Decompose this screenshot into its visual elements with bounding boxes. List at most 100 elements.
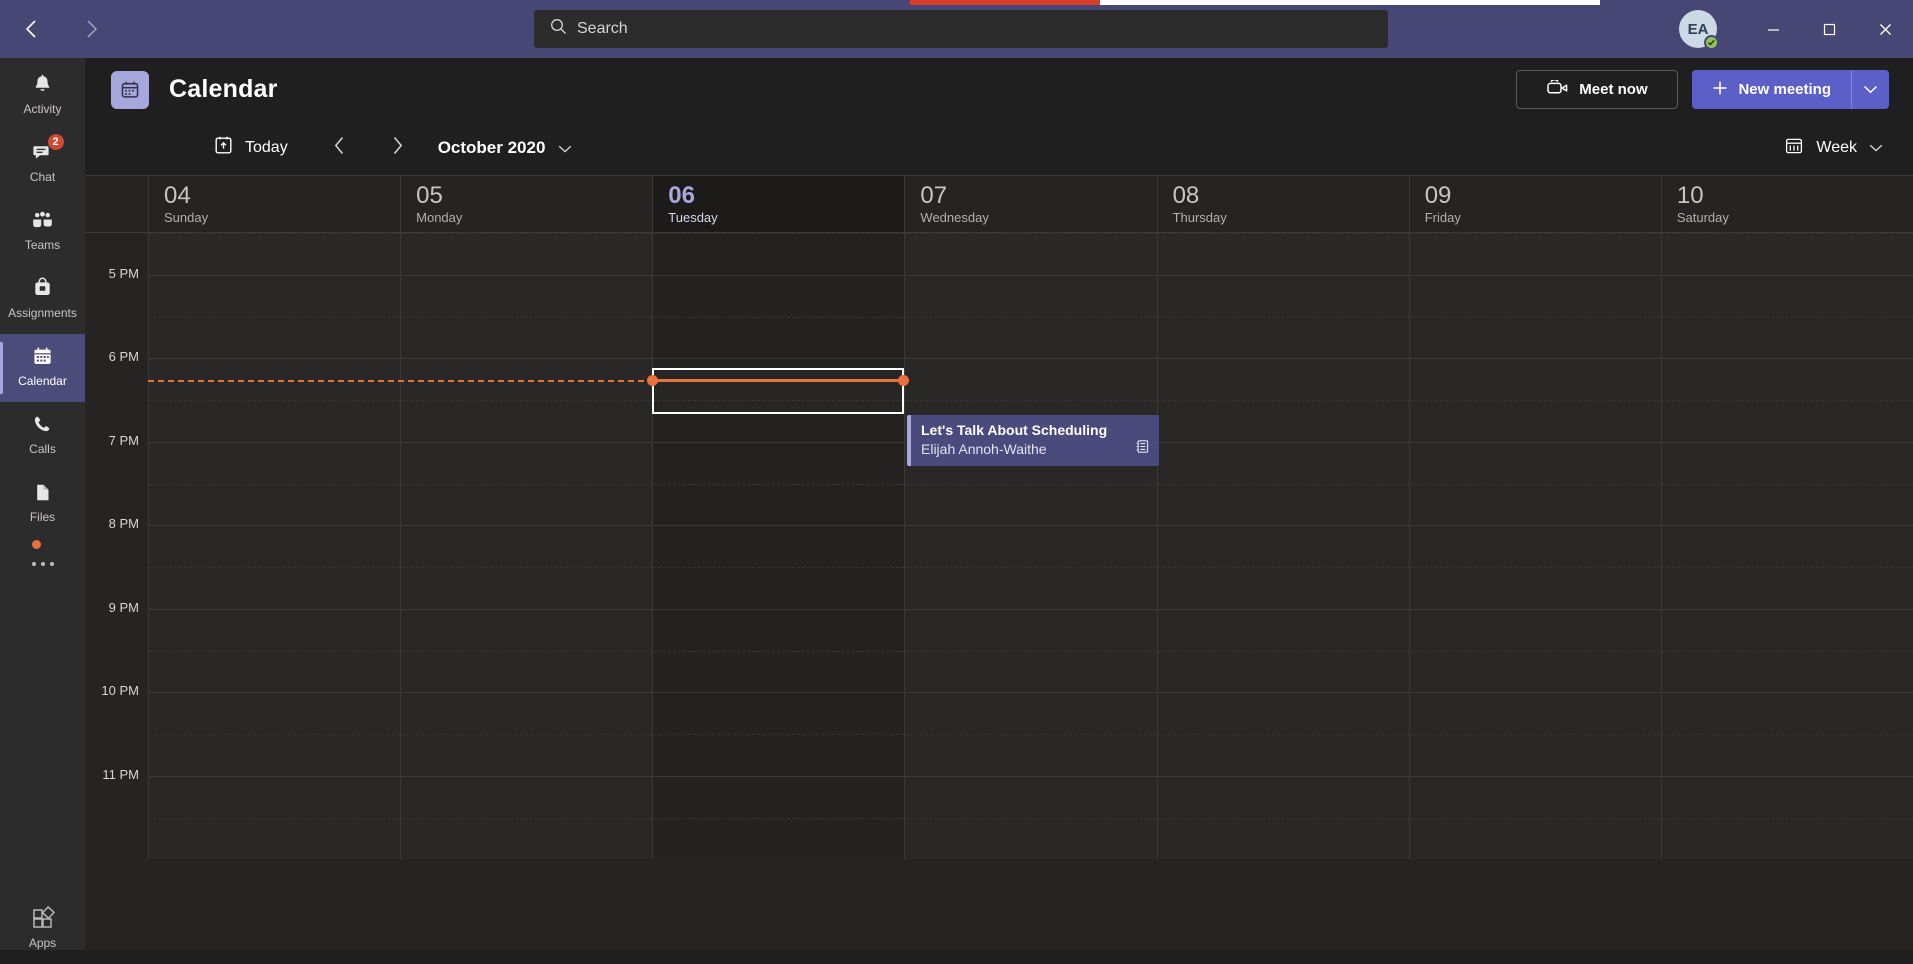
today-button[interactable]: Today <box>205 129 296 167</box>
calendar-grid[interactable]: 4 PM 5 PM 6 PM <box>85 233 1913 950</box>
back-button[interactable] <box>12 10 50 48</box>
time-slot[interactable] <box>400 609 652 693</box>
day-header-2-today[interactable]: 06 Tuesday <box>652 176 904 232</box>
time-slot-today[interactable] <box>652 275 904 359</box>
time-slot[interactable] <box>148 776 400 860</box>
time-slot[interactable] <box>1157 525 1409 609</box>
sidebar-item-apps[interactable]: Apps <box>0 896 85 964</box>
apps-icon <box>29 904 57 932</box>
time-slot[interactable] <box>1409 233 1661 275</box>
time-slot-today[interactable] <box>652 692 904 776</box>
time-slot[interactable] <box>1661 525 1913 609</box>
time-slot[interactable] <box>1157 776 1409 860</box>
sidebar-item-assignments[interactable]: Assignments <box>0 266 85 334</box>
page-title: Calendar <box>169 75 278 104</box>
day-header-0[interactable]: 04 Sunday <box>148 176 400 232</box>
sidebar-item-teams[interactable]: Teams <box>0 198 85 266</box>
time-slot[interactable] <box>400 525 652 609</box>
time-slot[interactable] <box>400 358 652 442</box>
time-slot[interactable] <box>904 692 1156 776</box>
time-slot[interactable] <box>148 275 400 359</box>
selected-time-slot[interactable] <box>652 368 904 414</box>
time-slot[interactable] <box>1409 692 1661 776</box>
time-slot[interactable] <box>1661 233 1913 275</box>
sidebar-item-files[interactable]: Files <box>0 470 85 538</box>
time-slot[interactable] <box>1157 609 1409 693</box>
calendar-event[interactable]: Let's Talk About Scheduling Elijah Annoh… <box>907 415 1159 466</box>
time-slot[interactable] <box>904 609 1156 693</box>
time-slot[interactable] <box>904 233 1156 275</box>
day-name: Tuesday <box>668 210 904 226</box>
files-icon <box>29 478 57 506</box>
time-slot-today[interactable] <box>652 609 904 693</box>
maximize-button[interactable] <box>1801 0 1857 58</box>
day-number: 08 <box>1173 182 1409 209</box>
minimize-button[interactable] <box>1745 0 1801 58</box>
time-slot[interactable] <box>1661 776 1913 860</box>
today-icon <box>213 135 234 161</box>
time-slot[interactable] <box>1409 525 1661 609</box>
sidebar-item-label: Assignments <box>8 306 77 320</box>
view-mode-picker[interactable]: Week <box>1774 130 1893 167</box>
forward-button[interactable] <box>72 10 110 48</box>
day-header-3[interactable]: 07 Wednesday <box>904 176 1156 232</box>
time-slot[interactable] <box>148 525 400 609</box>
next-week-button[interactable] <box>380 131 416 165</box>
sidebar-item-calendar[interactable]: Calendar <box>0 334 85 402</box>
time-slot[interactable] <box>400 233 652 275</box>
time-slot[interactable] <box>1661 442 1913 526</box>
time-slot[interactable] <box>400 275 652 359</box>
meet-now-label: Meet now <box>1579 81 1647 98</box>
sidebar-item-calls[interactable]: Calls <box>0 402 85 470</box>
time-slot-today[interactable] <box>652 233 904 275</box>
day-header-4[interactable]: 08 Thursday <box>1157 176 1409 232</box>
time-slot[interactable] <box>904 275 1156 359</box>
time-slot[interactable] <box>148 233 400 275</box>
day-header-5[interactable]: 09 Friday <box>1409 176 1661 232</box>
period-picker[interactable]: October 2020 <box>430 132 581 164</box>
time-slot[interactable] <box>1157 692 1409 776</box>
search-bar[interactable]: Search <box>534 10 1388 48</box>
time-slot[interactable] <box>1157 275 1409 359</box>
time-slot[interactable] <box>1409 609 1661 693</box>
time-slot[interactable] <box>1157 442 1409 526</box>
time-slot[interactable] <box>148 442 400 526</box>
calendar-icon <box>29 342 57 370</box>
previous-week-button[interactable] <box>322 131 358 165</box>
calendar-toolbar: Today October 2020 <box>85 121 1913 176</box>
time-slot[interactable] <box>1157 358 1409 442</box>
time-slot[interactable] <box>400 776 652 860</box>
time-slot[interactable] <box>1409 442 1661 526</box>
time-slot[interactable] <box>400 442 652 526</box>
plus-icon <box>1712 80 1728 100</box>
time-slot-today[interactable] <box>652 525 904 609</box>
bell-icon <box>29 70 57 98</box>
time-slot[interactable] <box>400 692 652 776</box>
time-slot[interactable] <box>904 525 1156 609</box>
time-slot[interactable] <box>148 609 400 693</box>
time-slot[interactable] <box>904 776 1156 860</box>
time-slot[interactable] <box>1661 275 1913 359</box>
time-slot[interactable] <box>1661 358 1913 442</box>
time-slot[interactable] <box>1157 233 1409 275</box>
time-slot[interactable] <box>148 358 400 442</box>
time-slot[interactable] <box>1409 275 1661 359</box>
new-meeting-dropdown-button[interactable] <box>1851 70 1889 109</box>
time-slot[interactable] <box>1661 609 1913 693</box>
time-slot-today[interactable] <box>652 442 904 526</box>
day-header-1[interactable]: 05 Monday <box>400 176 652 232</box>
time-slot[interactable] <box>148 692 400 776</box>
time-slot[interactable] <box>1409 358 1661 442</box>
time-slot-today[interactable] <box>652 776 904 860</box>
day-header-6[interactable]: 10 Saturday <box>1661 176 1913 232</box>
more-options-button[interactable] <box>0 538 85 590</box>
sidebar-item-activity[interactable]: Activity <box>0 62 85 130</box>
time-slot[interactable] <box>1409 776 1661 860</box>
new-meeting-button[interactable]: New meeting <box>1692 70 1851 109</box>
sidebar-item-chat[interactable]: 2 Chat <box>0 130 85 198</box>
meet-now-button[interactable]: Meet now <box>1516 70 1678 109</box>
close-button[interactable] <box>1857 0 1913 58</box>
avatar[interactable]: EA <box>1679 10 1717 48</box>
time-slot[interactable] <box>1661 692 1913 776</box>
agenda-icon <box>1135 439 1150 459</box>
